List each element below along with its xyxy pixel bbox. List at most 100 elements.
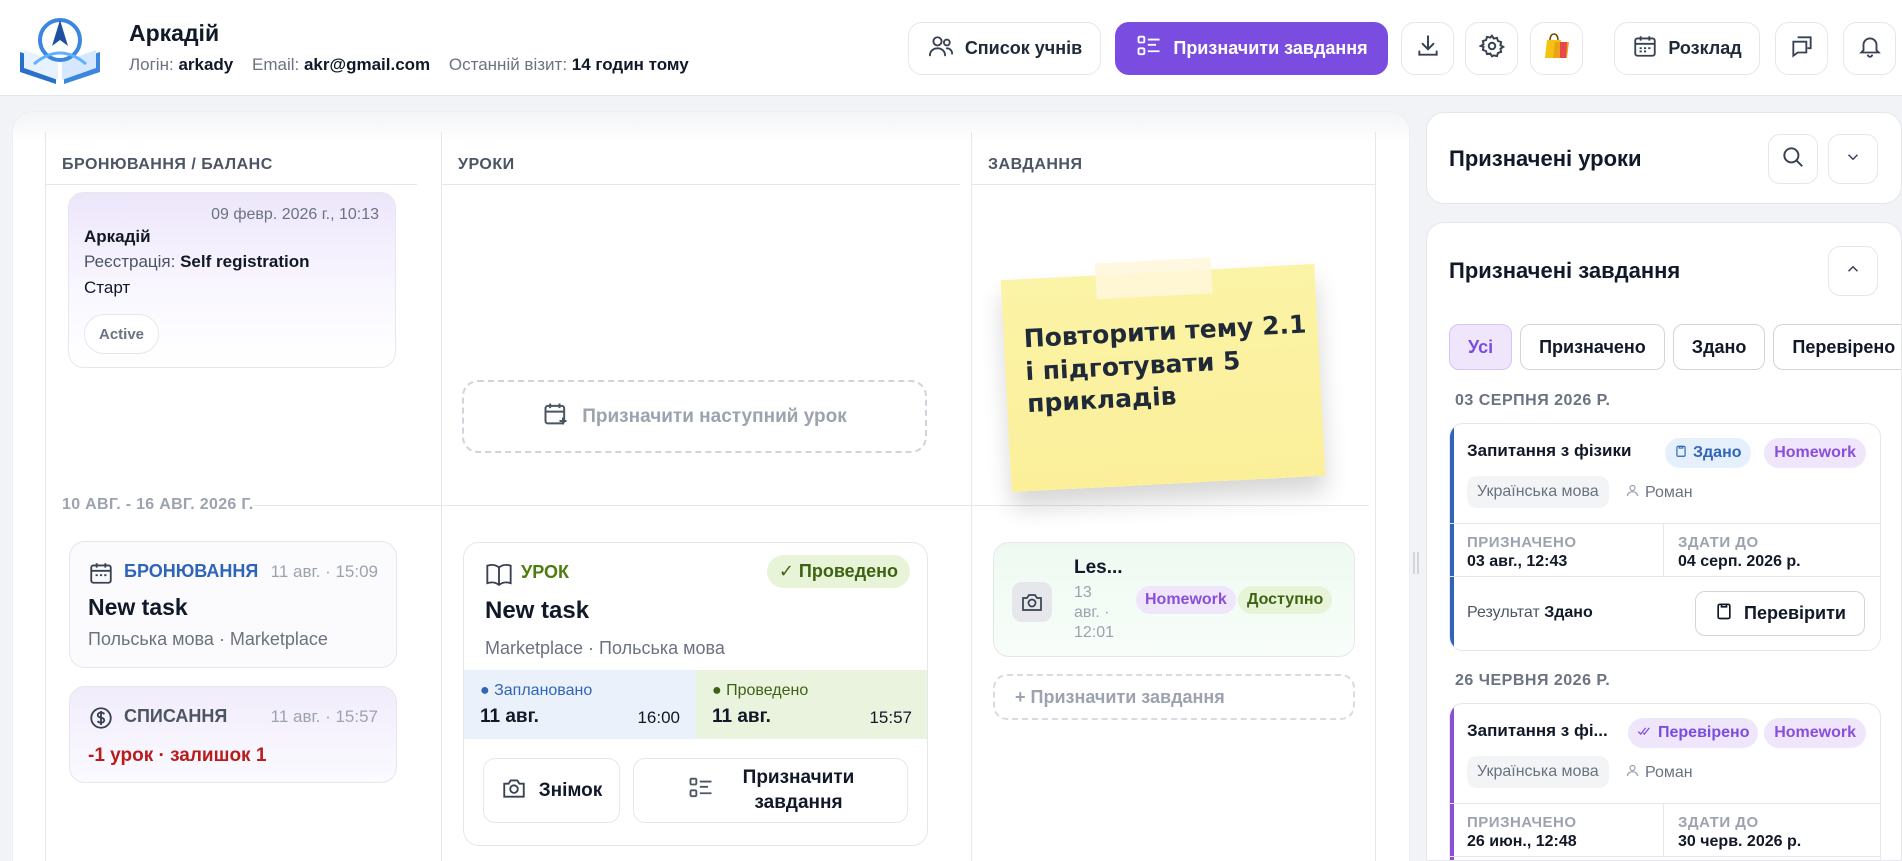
column-header-lessons: УРОКИ	[441, 142, 960, 185]
teacher-name: Роман	[1645, 764, 1693, 781]
lesson-subtitle: Marketplace · Польська мова	[485, 638, 725, 658]
lesson-assign-task-line: Призначити	[742, 766, 855, 788]
assign-task-link[interactable]: + Призначити завдання	[993, 674, 1355, 720]
notifications-button[interactable]	[1843, 22, 1896, 75]
filter-all[interactable]: Усі	[1449, 324, 1513, 370]
booking-type: БРОНЮВАННЯ	[124, 561, 259, 581]
registration-card[interactable]: 09 февр. 2026 г., 10:13 Аркадій Реєстрац…	[68, 192, 396, 368]
filter-checked[interactable]: Перевірено	[1773, 324, 1901, 370]
teacher-info: Роман	[1625, 483, 1693, 503]
due-date-value: 30 черв. 2026 р.	[1678, 833, 1802, 850]
task-status-label: Перевірено	[1658, 724, 1750, 741]
check-task-button[interactable]: Перевірити	[1695, 591, 1865, 636]
column-divider	[45, 132, 46, 861]
students-list-button[interactable]: Список учнів	[908, 22, 1101, 75]
assign-next-lesson-button[interactable]: Призначити наступний урок	[462, 380, 927, 453]
column-divider	[1375, 132, 1376, 861]
camera-icon	[1012, 582, 1052, 622]
lesson-assign-task-button[interactable]: Призначити завдання	[633, 758, 908, 823]
schedule-button[interactable]: Розклад	[1614, 22, 1760, 75]
assign-tasks-button[interactable]: Призначити завдання	[1115, 22, 1388, 75]
chevron-down-icon	[1844, 148, 1862, 171]
top-header: Аркадій Логін: arkady Email: akr@gmail.c…	[0, 0, 1902, 96]
booking-time: 11 авг. · 15:09	[270, 562, 378, 581]
app-logo[interactable]	[16, 12, 104, 88]
schedule-label: Розклад	[1668, 38, 1742, 58]
task-name: Les...	[1074, 557, 1123, 578]
due-date-label: ЗДАТИ ДО	[1678, 814, 1759, 831]
sticky-note-text: Повторити тему 2.1 і підготувати 5 прикл…	[1023, 308, 1311, 420]
calendar-plus-icon	[542, 400, 570, 434]
chat-icon	[1789, 33, 1815, 64]
assign-tasks-label: Призначити завдання	[1173, 38, 1368, 58]
column-divider	[441, 132, 442, 861]
chat-button[interactable]	[1775, 22, 1828, 75]
users-icon	[927, 32, 955, 65]
filter-handed-in[interactable]: Здано	[1672, 324, 1766, 370]
debit-type: СПИСАННЯ	[124, 706, 228, 726]
task-card[interactable]: Les... 13 авг. · 12:01 Homework Доступно	[993, 542, 1355, 657]
chevron-up-icon	[1844, 260, 1862, 283]
clipboard-icon	[1714, 601, 1734, 626]
homework-tag: Homework	[1764, 718, 1866, 748]
subject-chip: Українська мова	[1467, 756, 1609, 788]
assigned-task-title: Запитання з фізики	[1467, 441, 1632, 460]
lesson-assign-task-label: Призначити завдання	[743, 766, 855, 815]
resize-handle[interactable]	[1412, 552, 1420, 574]
dollar-icon	[88, 705, 114, 736]
debit-card[interactable]: СПИСАННЯ 11 авг. · 15:57 -1 урок · залиш…	[69, 686, 397, 783]
assigned-tasks-panel: Призначені завдання Усі Призначено Здано…	[1426, 222, 1902, 861]
download-icon	[1415, 33, 1441, 64]
planned-slot: ● Заплановано 11 авг. 16:00	[464, 670, 696, 739]
expand-lessons-button[interactable]	[1828, 134, 1878, 184]
date-group-header: 03 СЕРПНЯ 2026 Р.	[1455, 392, 1611, 409]
email-value: akr@gmail.com	[303, 55, 431, 74]
assigned-date-label: ПРИЗНАЧЕНО	[1467, 814, 1577, 831]
teacher-name: Роман	[1645, 484, 1693, 501]
column-header-booking: БРОНЮВАННЯ / БАЛАНС	[45, 142, 417, 185]
double-check-icon	[1637, 724, 1653, 743]
task-meta-line: 12:01	[1074, 624, 1115, 641]
task-dates: ПРИЗНАЧЕНО 03 авг., 12:43 ЗДАТИ ДО 04 се…	[1450, 523, 1880, 577]
task-dates: ПРИЗНАЧЕНО 26 июн., 12:48 ЗДАТИ ДО 30 че…	[1450, 803, 1880, 857]
task-list-icon	[687, 774, 715, 808]
done-slot: ● Проведено 11 авг. 15:57	[696, 670, 927, 739]
user-meta: Логін: arkady Email: akr@gmail.com Остан…	[129, 55, 703, 75]
planned-label: ● Заплановано	[480, 682, 593, 699]
board-top-shade	[13, 112, 1409, 142]
gear-icon	[1477, 33, 1505, 64]
search-button[interactable]	[1768, 134, 1818, 184]
week-divider	[253, 505, 1369, 506]
assigned-task-card[interactable]: Запитання з фізики Здано Homework Україн…	[1449, 423, 1881, 651]
filter-assigned[interactable]: Призначено	[1520, 324, 1665, 370]
task-status-badge: Перевірено	[1628, 718, 1759, 748]
shop-button[interactable]	[1530, 22, 1583, 75]
column-divider	[971, 132, 972, 861]
registration-source: Реєстрація: Self registration	[84, 252, 310, 272]
download-button[interactable]	[1401, 22, 1454, 75]
booking-card[interactable]: БРОНЮВАННЯ 11 авг. · 15:09 New task Поль…	[69, 541, 397, 668]
result-label: Результат	[1467, 604, 1540, 621]
collapse-tasks-button[interactable]	[1828, 246, 1878, 296]
teacher-info: Роман	[1625, 763, 1693, 783]
planned-time: 16:00	[637, 708, 680, 727]
assigned-task-card[interactable]: Запитання з фі... Перевірено Homework Ук…	[1449, 703, 1881, 860]
available-tag: Доступно	[1238, 586, 1333, 614]
registration-date: 09 февр. 2026 г., 10:13	[211, 206, 379, 223]
assigned-date-cell: ПРИЗНАЧЕНО 03 авг., 12:43	[1467, 534, 1577, 571]
assigned-tasks-title: Призначені завдання	[1449, 258, 1681, 283]
lesson-status-badge: ✓ Проведено	[766, 555, 910, 588]
lesson-card[interactable]: УРОК ✓ Проведено New task Marketplace · …	[463, 542, 928, 846]
result-value: Здано	[1544, 604, 1593, 621]
planned-day: 11 авг.	[480, 706, 539, 727]
snapshot-button[interactable]: Знімок	[483, 758, 620, 823]
assigned-date-cell: ПРИЗНАЧЕНО 26 июн., 12:48	[1467, 814, 1577, 851]
user-icon	[1625, 483, 1640, 503]
shopping-bags-icon	[1541, 30, 1573, 67]
date-group-header: 26 ЧЕРВНЯ 2026 Р.	[1455, 672, 1611, 689]
assigned-date-label: ПРИЗНАЧЕНО	[1467, 534, 1577, 551]
assign-next-lesson-label: Призначити наступний урок	[582, 405, 847, 427]
search-icon	[1780, 144, 1806, 175]
task-meta: 13 авг. · 12:01	[1074, 583, 1124, 643]
settings-button[interactable]	[1465, 22, 1518, 75]
